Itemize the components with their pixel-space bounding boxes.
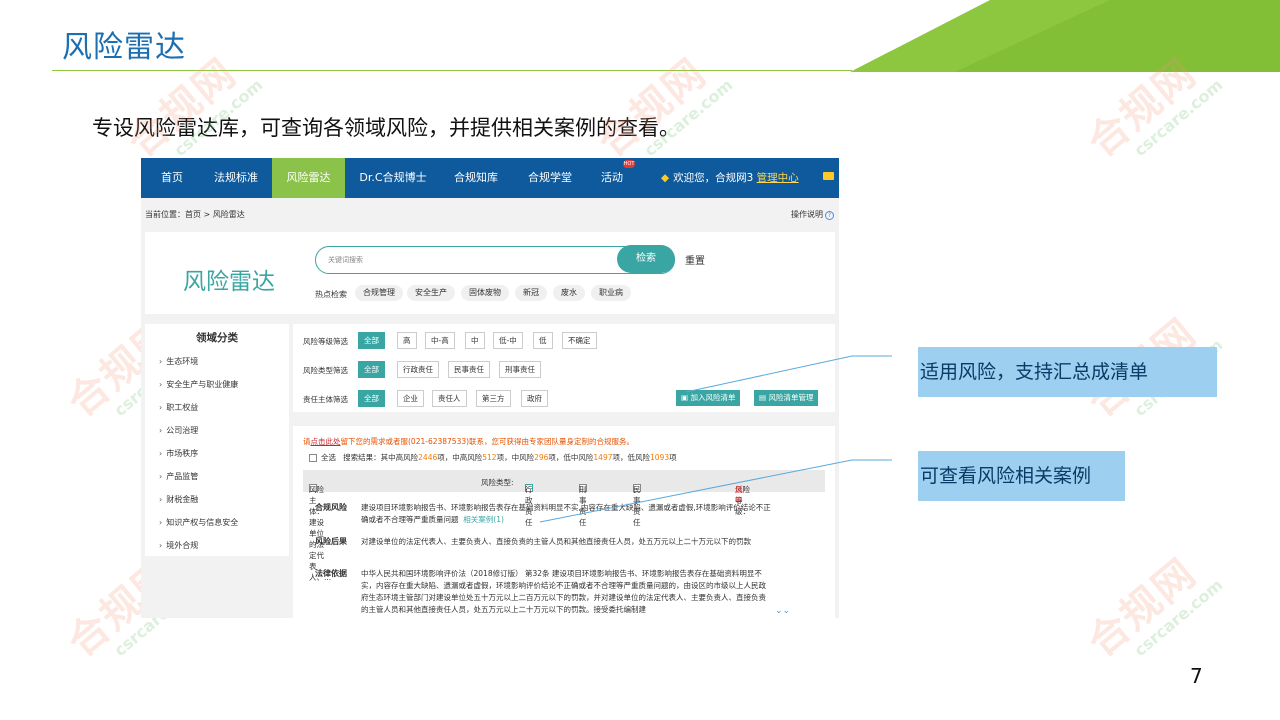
hot-tag[interactable]: 职业病 — [591, 285, 631, 301]
subject-chip[interactable]: 政府 — [521, 390, 548, 407]
risk-text: 建设项目环境影响报告书、环境影响报告表存在基础资料明显不实,内容存在重大缺陷、遗… — [361, 503, 771, 524]
type-filter-label: 风险类型筛选 — [303, 366, 348, 375]
hot-tag[interactable]: 安全生产 — [407, 285, 455, 301]
subject-chip[interactable]: 第三方 — [476, 390, 511, 407]
question-icon: ? — [825, 211, 834, 220]
subject-chip[interactable]: 企业 — [397, 390, 424, 407]
add-to-risk-list-button[interactable]: ▣ 加入风险清单 — [676, 390, 741, 406]
chevron-right-icon: › — [159, 495, 163, 504]
results-panel: 请点击此处留下您的需求或者服(021-62387533)联系，您可获得由专家团队… — [293, 426, 835, 618]
search-panel: 风险雷达 关键词搜索 检索 重置 热点检索 合规管理 安全生产 固体废物 新冠 … — [145, 232, 835, 314]
chevron-right-icon: › — [159, 518, 163, 527]
notice-link[interactable]: 点击此处 — [311, 437, 341, 446]
nav-risk-radar[interactable]: 风险雷达 — [272, 158, 345, 198]
chevron-right-icon: › — [159, 541, 163, 550]
breadcrumb: 当前位置：首页 > 风险雷达 — [145, 210, 245, 219]
slide-title: 风险雷达 — [62, 30, 186, 65]
sidebar-title: 领域分类 — [196, 332, 238, 344]
consequence-text: 对建设单位的法定代表人、主要负责人、直接负责的主管人员和其他直接责任人员，处五万… — [361, 537, 751, 546]
type-chip[interactable]: 全部 — [358, 361, 385, 378]
welcome-text: 欢迎您，合规网3 — [673, 172, 754, 184]
header-green-banner — [850, 0, 1280, 72]
level-filter-label: 风险等级筛选 — [303, 337, 348, 346]
expand-more-icon[interactable]: ⌄⌄ — [775, 606, 790, 616]
website-screenshot: 首页 法规标准 风险雷达 Dr.C合规博士 合规知库 合规学堂 活动 HOT ◆… — [141, 158, 839, 618]
hot-tag[interactable]: 新冠 — [515, 285, 547, 301]
result-summary: 全选 搜索结果：其中高风险2446项，中高风险512项，中风险296项，低中风险… — [309, 452, 677, 463]
sidebar-item[interactable]: › 产品监管 — [159, 471, 198, 482]
radar-logo: 风险雷达 — [183, 269, 275, 295]
subject-chip[interactable]: 责任人 — [432, 390, 467, 407]
nav-academy[interactable]: 合规学堂 — [515, 158, 585, 198]
mail-icon[interactable] — [823, 172, 834, 180]
risk-label: 合规风险 — [315, 503, 347, 512]
nav-knowledge[interactable]: 合规知库 — [441, 158, 511, 198]
page-number: 7 — [1190, 664, 1203, 688]
level-chip[interactable]: 高 — [397, 332, 417, 349]
related-cases-link[interactable]: 相关案例(1) — [463, 515, 504, 524]
sidebar-item[interactable]: › 财税金融 — [159, 494, 198, 505]
sidebar-item[interactable]: › 职工权益 — [159, 402, 198, 413]
chevron-right-icon: › — [159, 449, 163, 458]
search-button[interactable]: 检索 — [617, 245, 675, 273]
search-placeholder: 关键词搜索 — [328, 256, 363, 264]
sidebar-item[interactable]: › 知识产权与信息安全 — [159, 517, 238, 528]
type-chip[interactable]: 刑事责任 — [499, 361, 541, 378]
filter-panel: 风险等级筛选 全部 高 中-高 中 低-中 低 不确定 风险类型筛选 全部 行政… — [293, 324, 835, 412]
help-link[interactable]: 操作说明? — [791, 209, 834, 220]
result-row-header[interactable]: 风险主体：建设单位的法定代表人、... 风险类型: ✓ 行政责任 刑事责任 民事责… — [303, 470, 825, 582]
level-chip[interactable]: 中-高 — [425, 332, 455, 349]
sidebar-item[interactable]: › 生态环境 — [159, 356, 198, 367]
service-notice: 请点击此处留下您的需求或者服(021-62387533)联系，您可获得由专家团队… — [303, 437, 635, 446]
subject-chip[interactable]: 全部 — [358, 390, 385, 407]
subject-filter-label: 责任主体筛选 — [303, 395, 348, 404]
category-sidebar: 领域分类 › 生态环境 › 安全生产与职业健康 › 职工权益 › 公司治理 › 市场秩序 … — [145, 324, 289, 556]
row-type-label: 风险类型: — [481, 478, 514, 487]
chevron-right-icon: › — [159, 426, 163, 435]
chevron-right-icon: › — [159, 403, 163, 412]
nav-home[interactable]: 首页 — [149, 158, 195, 198]
chevron-right-icon: › — [159, 472, 163, 481]
consequence-label: 风险后果 — [315, 537, 347, 546]
sidebar-item[interactable]: › 境外合规 — [159, 540, 198, 551]
level-chip[interactable]: 低-中 — [493, 332, 523, 349]
sidebar-item[interactable]: › 公司治理 — [159, 425, 198, 436]
chevron-right-icon: › — [159, 357, 163, 366]
reset-button[interactable]: 重置 — [685, 252, 705, 267]
hot-badge: HOT — [623, 160, 635, 168]
level-chip[interactable]: 不确定 — [562, 332, 597, 349]
level-chip[interactable]: 低 — [533, 332, 553, 349]
hot-tag[interactable]: 废水 — [553, 285, 585, 301]
hot-tag[interactable]: 固体废物 — [461, 285, 509, 301]
top-nav: 首页 法规标准 风险雷达 Dr.C合规博士 合规知库 合规学堂 活动 HOT ◆… — [141, 158, 839, 198]
nav-regulations[interactable]: 法规标准 — [205, 158, 267, 198]
level-chip[interactable]: 全部 — [358, 332, 385, 349]
title-divider — [52, 70, 852, 71]
watermark: 合规网csrcare.com — [1079, 549, 1227, 667]
hot-tag[interactable]: 合规管理 — [355, 285, 403, 301]
welcome-area: ◆ 欢迎您，合规网3 管理中心 — [661, 158, 799, 198]
basis-label: 法律依据 — [315, 569, 347, 578]
type-chip[interactable]: 民事责任 — [448, 361, 490, 378]
diamond-icon: ◆ — [661, 172, 670, 184]
type-chip[interactable]: 行政责任 — [397, 361, 439, 378]
basis-text: 中华人民共和国环境影响评价法（2018修订版） 第32条 建设项目环境影响报告书… — [361, 569, 766, 614]
risk-list-manage-button[interactable]: ▤ 风险清单管理 — [754, 390, 819, 406]
callout-related-cases: 可查看风险相关案例 — [918, 451, 1125, 501]
nav-dr-c[interactable]: Dr.C合规博士 — [353, 158, 433, 198]
hot-search-label: 热点检索 — [315, 290, 347, 299]
sidebar-item[interactable]: › 安全生产与职业健康 — [159, 379, 238, 390]
callout-risk-list: 适用风险，支持汇总成清单 — [918, 347, 1217, 397]
chevron-right-icon: › — [159, 380, 163, 389]
select-all-checkbox[interactable] — [309, 454, 317, 462]
manage-center-link[interactable]: 管理中心 — [757, 172, 799, 184]
slide-subtitle: 专设风险雷达库，可查询各领域风险，并提供相关案例的查看。 — [92, 116, 680, 140]
sidebar-item[interactable]: › 市场秩序 — [159, 448, 198, 459]
level-chip[interactable]: 中 — [465, 332, 485, 349]
